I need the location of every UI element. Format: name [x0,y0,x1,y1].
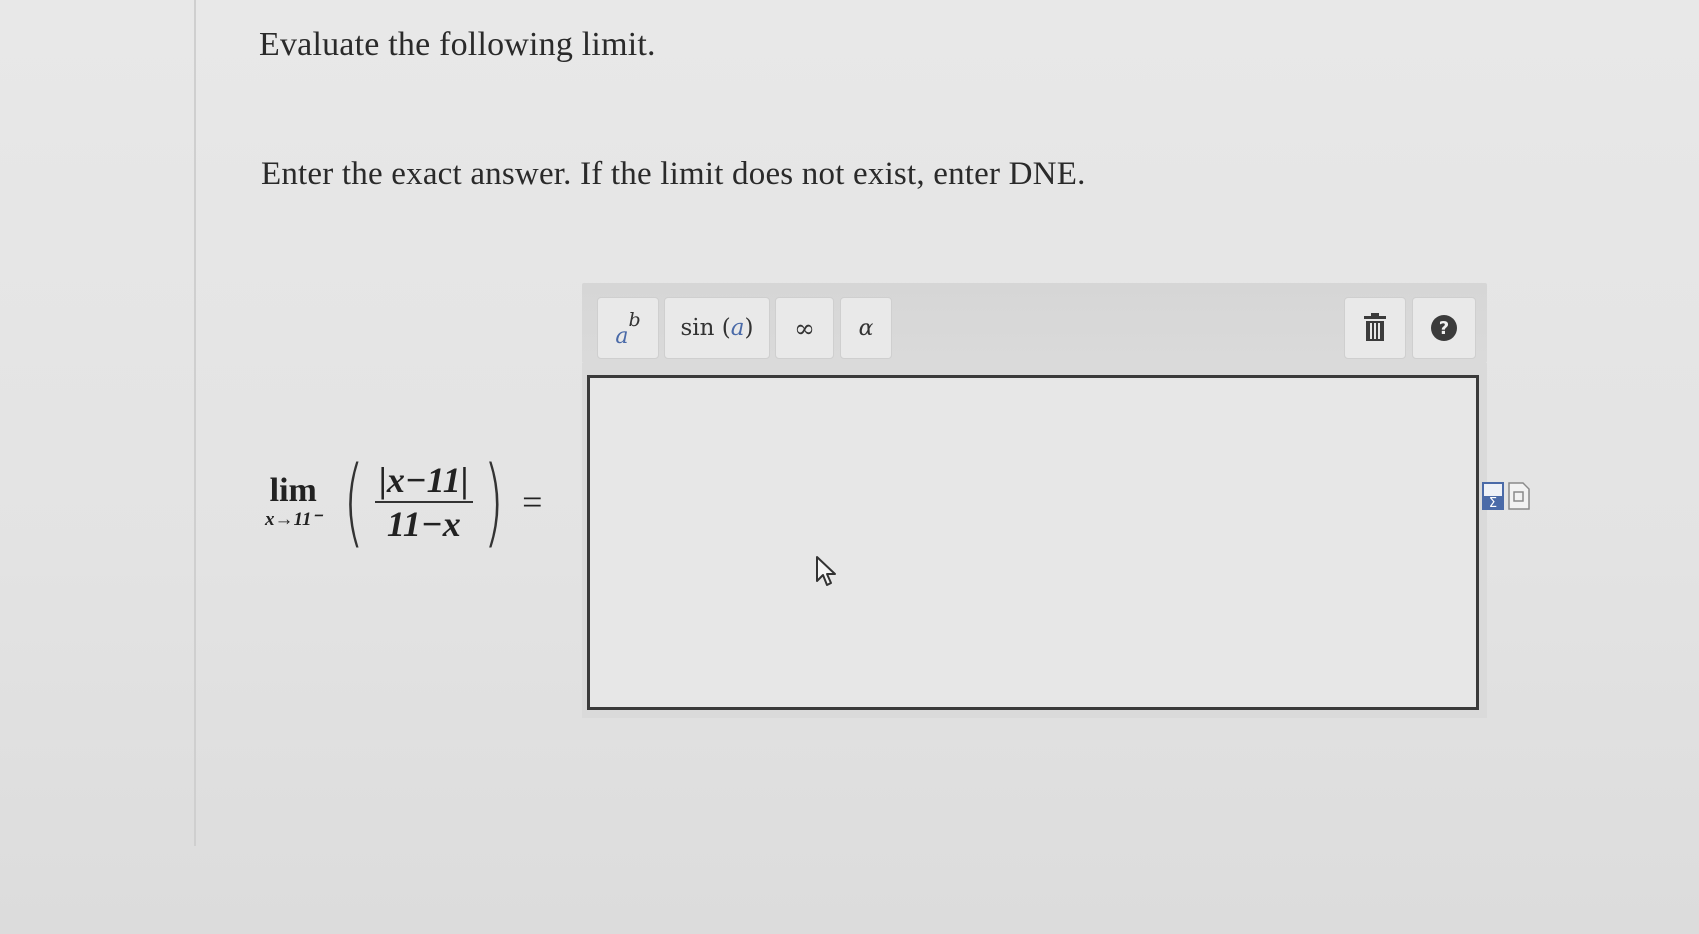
page-doc-icon[interactable] [1508,482,1530,510]
page-left-divider [194,0,196,846]
answer-input[interactable] [587,375,1479,710]
limit-operator: lim x→11⁻ [265,473,321,531]
limit-expression: lim x→11⁻ ( |x−11| 11−x ) = [265,452,542,552]
lim-word: lim [269,472,317,509]
right-paren: ) [483,446,504,558]
infinity-button[interactable]: ∞ [775,297,834,359]
infinity-label: ∞ [794,313,815,343]
equals-sign: = [522,482,543,522]
question-title: Evaluate the following limit. [259,26,656,63]
power-exponent: b [628,309,641,331]
question-icon: ? [1431,315,1457,341]
fraction-numerator: |x−11| [378,460,469,500]
clear-button[interactable] [1344,297,1406,359]
fraction: |x−11| 11−x [374,460,473,544]
mouse-cursor-icon [816,556,836,586]
lim-subscript: x→11⁻ [265,509,322,530]
side-tools: Σ [1482,482,1530,510]
power-base: a [615,323,629,349]
sin-func-label: sin [680,315,715,341]
fraction-bar [374,501,473,503]
alpha-button[interactable]: α [840,297,892,359]
svg-text:Σ: Σ [1489,496,1497,510]
alpha-label: α [858,315,874,341]
sin-button[interactable]: sin (a) [664,297,770,359]
sigma-doc-icon[interactable]: Σ [1482,482,1504,510]
power-button[interactable]: ab [597,297,659,359]
fraction-denominator: 11−x [386,504,461,544]
left-paren: ( [343,446,365,558]
trash-icon [1364,313,1386,341]
help-button[interactable]: ? [1412,297,1476,359]
question-instructions: Enter the exact answer. If the limit doe… [261,156,1086,192]
math-toolbar: ab sin (a) ∞ α ? [582,283,1487,363]
sin-arg-label: a [730,315,745,341]
